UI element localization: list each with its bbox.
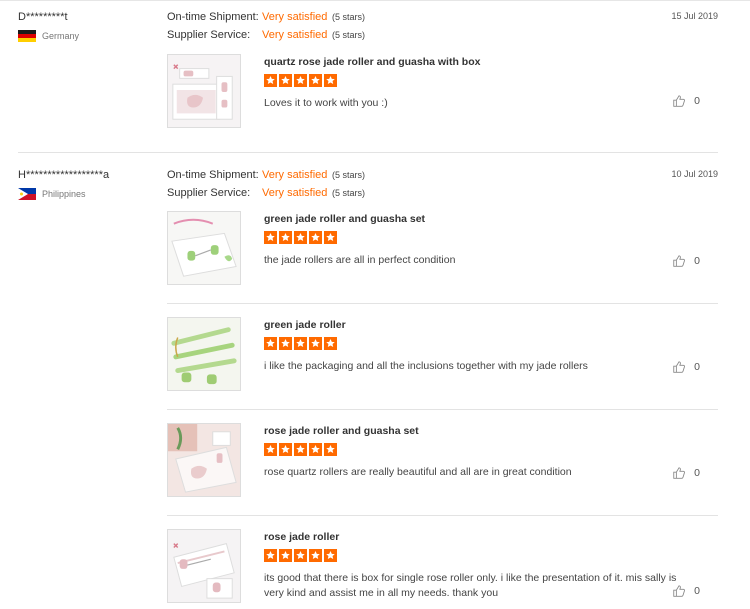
star-icon [309,549,322,562]
star-icon [324,337,337,350]
product-thumbnail[interactable] [167,529,241,603]
star-icon [279,549,292,562]
product-review: green jade roller and guasha set the jad… [167,211,718,291]
review-comment: its good that there is box for single ro… [264,572,677,599]
star-icon [324,74,337,87]
shipment-label: On-time Shipment: [167,169,259,181]
country-label: Philippines [42,189,86,199]
product-title[interactable]: green jade roller and guasha set [264,213,425,225]
star-icon [309,443,322,456]
flag-germany-icon [18,30,36,42]
service-value: Very satisfied [262,187,328,199]
star-icon [279,443,292,456]
star-icon [309,74,322,87]
star-icon [264,337,277,350]
service-label: Supplier Service: [167,187,251,199]
shipment-rating: On-time Shipment: Very satisfied (5 star… [167,8,365,26]
product-thumbnail[interactable] [167,211,241,285]
star-icon [294,549,307,562]
star-icon [324,549,337,562]
service-label: Supplier Service: [167,29,251,41]
buyer-country: Germany [18,30,79,42]
service-value: Very satisfied [262,29,328,41]
product-rating [264,337,337,350]
thumbs-up-icon [673,95,686,107]
product-review: green jade roller i like the packaging a… [167,317,718,397]
star-icon [309,337,322,350]
service-rating: Supplier Service: Very satisfied (5 star… [167,26,365,44]
review-comment: the jade rollers are all in perfect cond… [264,254,456,266]
review-entry: D*********t Germany On-time Shipment: Ve… [0,0,750,153]
star-icon [279,337,292,350]
buyer-name: H******************a [18,169,110,181]
country-label: Germany [42,31,80,41]
service-stars: (5 stars) [332,188,366,198]
review-date: 10 Jul 2019 [671,169,718,179]
product-thumbnail[interactable] [167,54,241,128]
product-rating [264,74,337,87]
star-icon [294,231,307,244]
thumbs-up-icon [673,467,686,479]
shipment-stars: (5 stars) [332,170,366,180]
like-button[interactable]: 0 [672,584,700,598]
product-divider [167,515,718,516]
thumbs-up-icon [673,255,686,267]
star-icon [264,549,277,562]
review-comment: i like the packaging and all the inclusi… [264,360,588,372]
review-date: 15 Jul 2019 [671,11,718,21]
product-rating [264,443,337,456]
product-title[interactable]: green jade roller [264,319,346,331]
product-review: quartz rose jade roller and guasha with … [167,54,718,130]
product-title[interactable]: rose jade roller and guasha set [264,425,419,437]
like-button[interactable]: 0 [672,94,700,108]
star-icon [264,443,277,456]
thumbs-up-icon [673,361,686,373]
product-review: rose jade roller its good that there is … [167,529,718,609]
service-rating: Supplier Service: Very satisfied (5 star… [167,184,365,202]
star-icon [264,231,277,244]
star-icon [294,337,307,350]
like-count: 0 [694,361,700,373]
like-count: 0 [694,467,700,479]
product-divider [167,303,718,304]
shipment-stars: (5 stars) [332,12,366,22]
like-count: 0 [694,95,700,107]
thumbs-up-icon [673,585,686,597]
star-icon [279,231,292,244]
like-count: 0 [694,255,700,267]
service-stars: (5 stars) [332,30,366,40]
review-entry: H******************a Philippines On-time… [0,153,750,609]
shipment-value: Very satisfied [262,11,328,23]
product-rating [264,231,337,244]
shipment-rating: On-time Shipment: Very satisfied (5 star… [167,166,365,184]
star-icon [294,74,307,87]
product-review: rose jade roller and guasha set rose qua… [167,423,718,503]
product-thumbnail[interactable] [167,317,241,391]
like-button[interactable]: 0 [672,360,700,374]
star-icon [294,443,307,456]
star-icon [264,74,277,87]
product-divider [167,409,718,410]
shipment-label: On-time Shipment: [167,11,259,23]
product-rating [264,549,337,562]
star-icon [309,231,322,244]
review-comment: rose quartz rollers are really beautiful… [264,466,572,478]
shipment-value: Very satisfied [262,169,328,181]
like-count: 0 [694,585,700,597]
supplier-ratings: On-time Shipment: Very satisfied (5 star… [167,8,365,44]
product-title[interactable]: rose jade roller [264,531,339,543]
supplier-ratings: On-time Shipment: Very satisfied (5 star… [167,166,365,202]
product-title[interactable]: quartz rose jade roller and guasha with … [264,56,480,68]
product-thumbnail[interactable] [167,423,241,497]
buyer-name: D*********t [18,11,68,23]
flag-philippines-icon [18,188,36,200]
buyer-country: Philippines [18,188,86,200]
star-icon [324,443,337,456]
star-icon [279,74,292,87]
like-button[interactable]: 0 [672,466,700,480]
star-icon [324,231,337,244]
review-comment: Loves it to work with you :) [264,97,388,109]
like-button[interactable]: 0 [672,254,700,268]
